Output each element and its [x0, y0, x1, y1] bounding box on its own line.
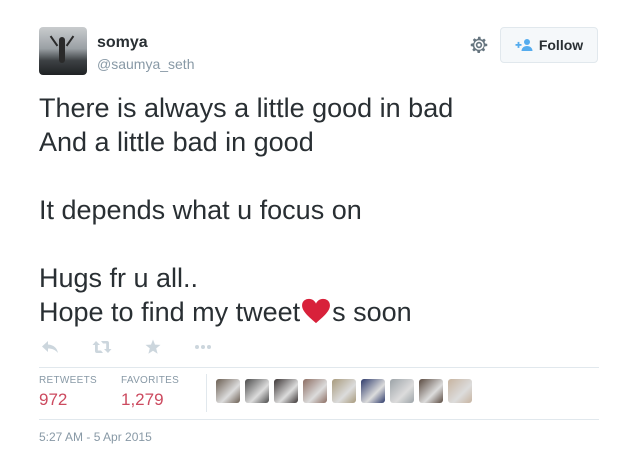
favoriter-avatar[interactable]: [245, 379, 269, 403]
tweet-line-part: s soon: [332, 297, 412, 327]
retweet-button[interactable]: [92, 338, 112, 356]
tweet-line: It depends what u focus on: [39, 195, 362, 225]
user-avatar[interactable]: [39, 27, 87, 75]
heart-emoji-icon: [302, 298, 331, 324]
favoriter-avatar[interactable]: [390, 379, 414, 403]
tweet-text: There is always a little good in bad And…: [39, 91, 599, 329]
divider: [39, 419, 599, 420]
display-name[interactable]: somya: [97, 34, 148, 52]
follow-button[interactable]: Follow: [500, 27, 598, 63]
user-handle[interactable]: @saumya_seth: [97, 56, 194, 72]
divider: [39, 367, 599, 368]
tweet-line: Hugs fr u all..: [39, 263, 199, 293]
favoriter-avatar[interactable]: [419, 379, 443, 403]
tweet-line-part: Hope to find my tweet: [39, 297, 301, 327]
more-button[interactable]: [193, 338, 213, 356]
favoriter-avatar[interactable]: [332, 379, 356, 403]
retweet-icon: [92, 341, 112, 353]
retweets-count: 972: [39, 390, 68, 409]
favoriter-avatar[interactable]: [216, 379, 240, 403]
gear-icon[interactable]: [468, 34, 490, 56]
tweet-line: And a little bad in good: [39, 127, 314, 157]
tweet-line: There is always a little good in bad: [39, 93, 454, 123]
tweet-timestamp[interactable]: 5:27 AM - 5 Apr 2015: [39, 430, 152, 444]
more-dots-icon: [195, 345, 211, 349]
follow-label: Follow: [538, 37, 584, 53]
stats-separator: [206, 374, 207, 412]
favorites-label: FAVORITES: [121, 375, 180, 386]
reply-icon: [42, 341, 58, 353]
star-icon: [145, 339, 161, 354]
tweet-line: Hope to find my tweet s soon: [39, 295, 599, 329]
favorite-button[interactable]: [143, 338, 163, 356]
favoriter-avatar[interactable]: [274, 379, 298, 403]
add-user-icon: [515, 39, 533, 51]
reply-button[interactable]: [40, 338, 60, 356]
retweets-stat[interactable]: RETWEETS 972: [39, 375, 97, 410]
favorites-stat[interactable]: FAVORITES 1,279: [121, 375, 179, 410]
tweet-actions: [40, 338, 213, 356]
favoriter-avatars: [216, 379, 477, 403]
favoriter-avatar[interactable]: [361, 379, 385, 403]
favorites-count: 1,279: [121, 390, 164, 409]
favoriter-avatar[interactable]: [303, 379, 327, 403]
retweets-label: RETWEETS: [39, 375, 97, 386]
favoriter-avatar[interactable]: [448, 379, 472, 403]
